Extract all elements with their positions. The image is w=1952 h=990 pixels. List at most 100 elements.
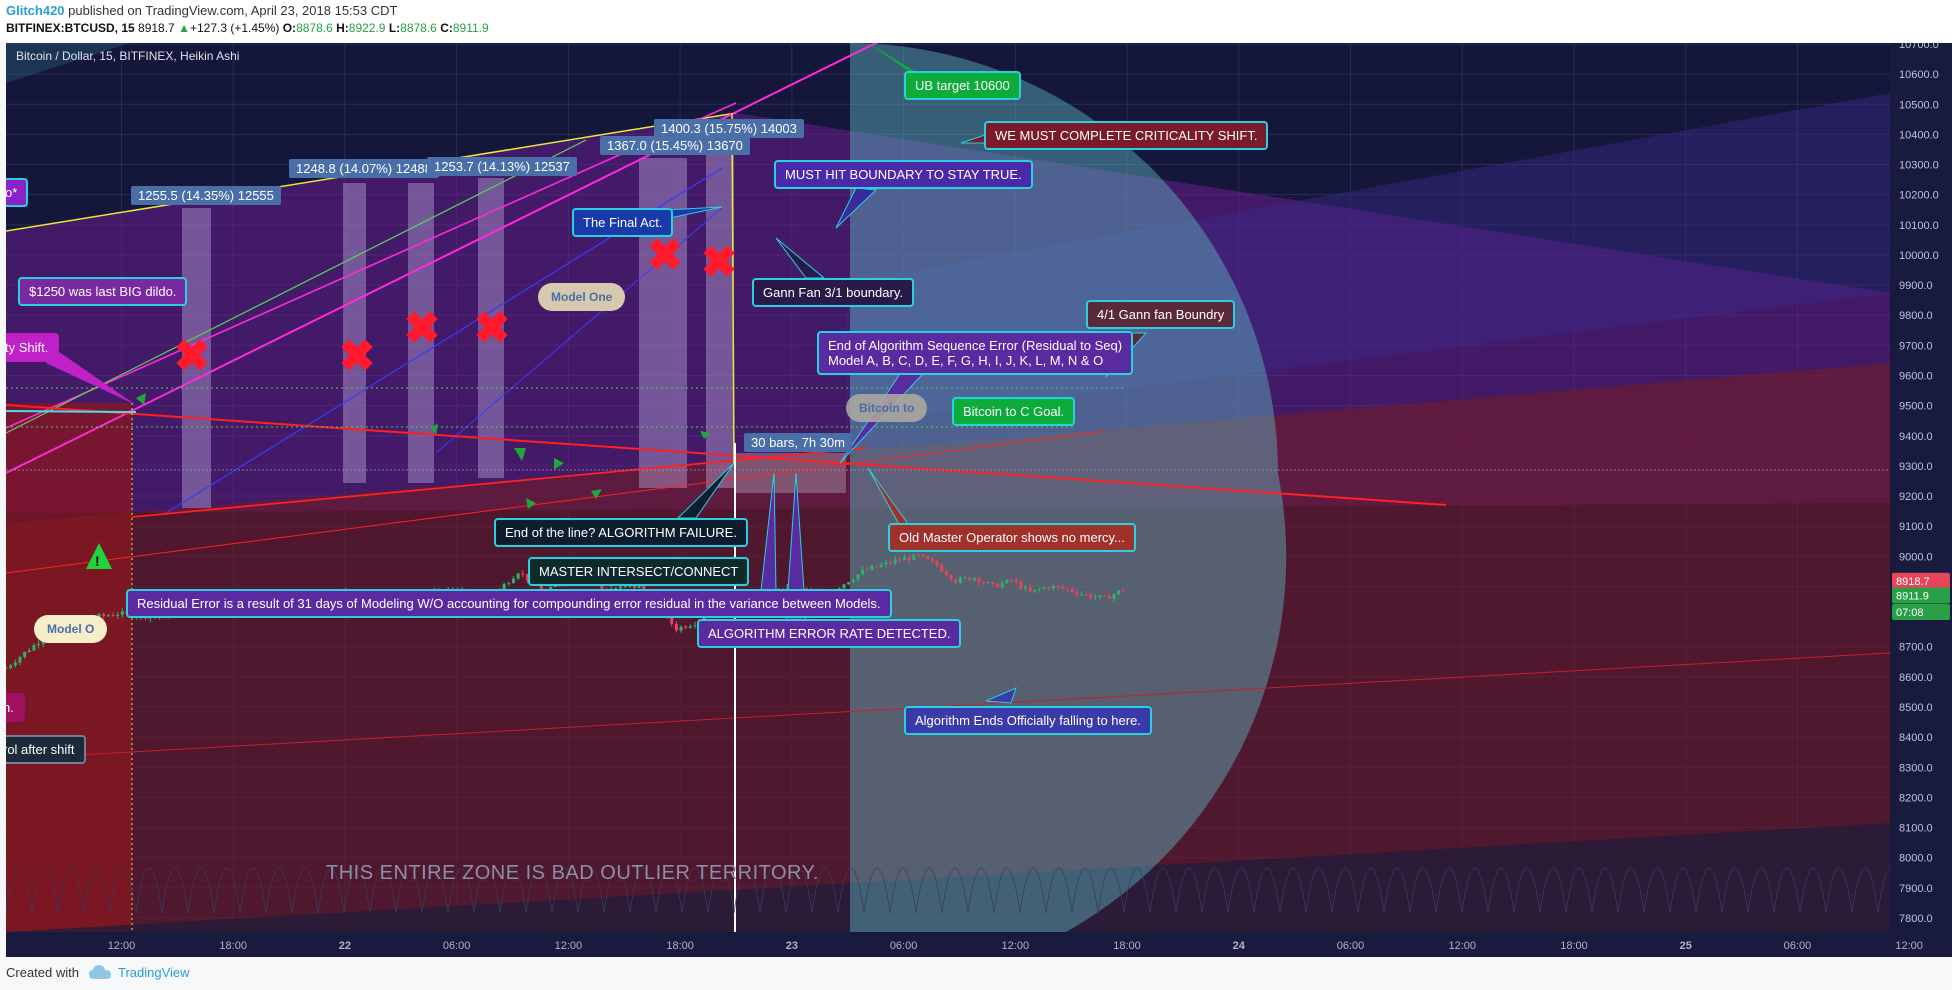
x-mark-icon: ✖ — [646, 231, 684, 280]
time-axis[interactable]: 12:00 18:00 22 06:00 12:00 18:00 23 06:00 12:00 1… — [6, 932, 1952, 957]
candle-body — [102, 614, 106, 616]
tradingview-cloud-icon — [89, 965, 111, 979]
price-badge-label: 8911.9 — [1896, 590, 1929, 602]
chart-pane[interactable]: ! Bitcoin / Dollar, 15, BITFINEX, Heikin… — [6, 43, 1890, 932]
candle-body — [507, 583, 511, 585]
time-tick-label: 12:00 — [1895, 940, 1923, 952]
price-tick-label: 9300.0 — [1899, 461, 1933, 473]
range-tag-1: 1255.5 (14.35%) 12555 — [131, 186, 281, 205]
algorithm-ends-label: Algorithm Ends Officially falling to her… — [904, 706, 1152, 735]
symbol-label: BITFINEX:BTCUSD, 15 — [6, 21, 135, 35]
range-tag-5: 1400.3 (15.75%) 14003 — [654, 119, 804, 138]
candle-body — [1093, 597, 1097, 599]
candle-body — [907, 557, 911, 561]
cyan-horizontal-line — [6, 410, 137, 413]
candle-body — [623, 586, 627, 588]
candle-body — [842, 584, 846, 589]
candle-body — [1098, 595, 1102, 598]
change-value: +127.3 (+1.45%) — [189, 21, 280, 35]
candle-body — [1075, 592, 1079, 595]
price-badge-label: 07:08 — [1896, 607, 1924, 619]
price-tick-label: 9500.0 — [1899, 401, 1933, 413]
ub-target-label: UB target 10600 — [904, 71, 1021, 100]
range-column-6 — [706, 138, 734, 488]
candle-body — [1084, 594, 1088, 596]
created-with-text: Created with — [6, 965, 79, 980]
price-tick-label: 10400.0 — [1899, 129, 1939, 141]
author-link[interactable]: Glitch420 — [6, 3, 65, 18]
footer-bar: Created with TradingView — [0, 957, 1952, 990]
candle-body — [893, 559, 897, 564]
time-tick-label: 18:00 — [219, 940, 247, 952]
candle-body — [986, 582, 990, 584]
candle-body — [870, 566, 874, 570]
candle-body — [963, 577, 967, 579]
candle-body — [111, 615, 115, 617]
price-tick-label: 7800.0 — [1899, 913, 1933, 925]
time-tick-label: 12:00 — [1002, 940, 1030, 952]
price-tick-label: 8000.0 — [1899, 853, 1933, 865]
price-axis[interactable]: 10700.0 10600.0 10500.0 10400.0 10300.0 10200… — [1890, 43, 1952, 932]
candle-body — [1051, 586, 1055, 589]
shift-partial-label: ty Shift. — [6, 333, 60, 362]
price-tick-label: 9000.0 — [1899, 551, 1933, 563]
price-tick-label: 10300.0 — [1899, 160, 1939, 172]
time-tick-label: 06:00 — [1337, 940, 1365, 952]
candle-body — [1121, 590, 1125, 592]
range-tag-4: 1367.0 (15.45%) 13670 — [600, 136, 750, 155]
x-mark-icon: ✖ — [700, 238, 738, 287]
time-tick-label: 25 — [1680, 940, 1692, 952]
model-one-bubble: Model One — [538, 283, 626, 311]
candle-body — [1024, 587, 1028, 589]
candle-body — [861, 569, 865, 575]
up-arrow-icon: ▲ — [178, 21, 190, 35]
candle-body — [865, 569, 869, 571]
publish-line: Glitch420 published on TradingView.com, … — [6, 3, 397, 18]
big-dildo-label: $1250 was last BIG dildo. — [18, 277, 188, 306]
left-edge-label-2: n. — [6, 693, 25, 722]
must-hit-boundary-label: MUST HIT BOUNDARY TO STAY TRUE. — [774, 160, 1033, 189]
candle-body — [23, 651, 27, 657]
candle-body — [958, 577, 962, 583]
time-tick-label: 06:00 — [1784, 940, 1812, 952]
candle-body — [1117, 590, 1121, 595]
price-tick-label: 10100.0 — [1899, 220, 1939, 232]
candle-body — [632, 585, 636, 588]
candle-body — [1065, 588, 1069, 590]
residual-error-label: Residual Error is a result of 31 days of… — [126, 589, 892, 618]
candle-body — [1070, 589, 1074, 593]
time-tick-label: 06:00 — [890, 940, 918, 952]
price-tick-label: 8500.0 — [1899, 702, 1933, 714]
open-label: O: — [282, 21, 297, 35]
candle-body — [1103, 595, 1107, 597]
criticality-shift-label: WE MUST COMPLETE CRITICALITY SHIFT. — [984, 121, 1269, 150]
bars-range-tag: 30 bars, 7h 30m — [744, 433, 852, 452]
candle-body — [6, 667, 8, 669]
candle-body — [977, 577, 981, 583]
candle-body — [1042, 587, 1046, 590]
gann-fan-41-label: 4/1 Gann fan Boundry — [1086, 300, 1236, 329]
candle-body — [1061, 586, 1065, 589]
tradingview-link[interactable]: TradingView — [118, 965, 190, 980]
end-algorithm-line2: Model A, B, C, D, E, F, G, H, I, J, K, L… — [828, 353, 1104, 368]
gann-fan-31-label: Gann Fan 3/1 boundary. — [752, 278, 914, 307]
candle-body — [996, 583, 1000, 588]
candle-body — [968, 577, 972, 581]
close-label: C: — [440, 21, 453, 35]
candle-body — [1033, 589, 1037, 592]
price-tick-label: 8300.0 — [1899, 762, 1933, 774]
price-tick-label: 9700.0 — [1899, 340, 1933, 352]
candle-body — [903, 557, 907, 560]
price-tick-label: 9600.0 — [1899, 370, 1933, 382]
candle-body — [684, 626, 688, 628]
low-label: L: — [388, 21, 401, 35]
time-tick-label: 22 — [339, 940, 351, 952]
candle-body — [37, 643, 41, 645]
publish-info: published on TradingView.com, April 23, … — [68, 3, 398, 18]
candle-body — [847, 582, 851, 585]
candle-body — [875, 566, 879, 568]
time-tick-label: 12:00 — [555, 940, 583, 952]
high-value: 8922.9 — [348, 21, 386, 35]
time-tick-label: 12:00 — [108, 940, 136, 952]
candle-body — [13, 662, 17, 666]
